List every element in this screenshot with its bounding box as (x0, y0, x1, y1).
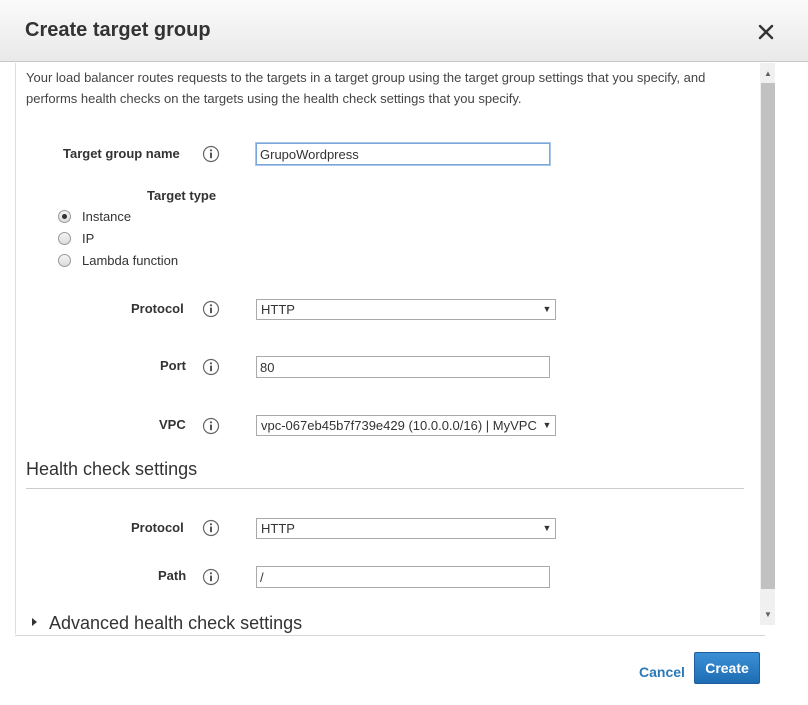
create-target-group-dialog: Create target group Your load balancer r… (0, 0, 808, 705)
ip-radio[interactable] (58, 232, 71, 245)
port-input[interactable] (256, 356, 550, 378)
chevron-down-icon: ▼ (539, 519, 555, 538)
health-check-section-title: Health check settings (26, 459, 198, 479)
lambda-radio-label: Lambda function (82, 253, 179, 268)
info-icon[interactable] (202, 519, 220, 537)
scroll-content: Your load balancer routes requests to th… (16, 63, 761, 634)
cancel-button[interactable]: Cancel (639, 664, 685, 680)
target-type-label: Target type (147, 188, 217, 203)
chevron-down-icon: ▼ (539, 300, 555, 319)
vertical-scrollbar[interactable]: ▲ ▼ (760, 63, 775, 625)
health-check-protocol-select[interactable]: HTTP ▼ (256, 518, 556, 539)
protocol-label: Protocol (131, 301, 184, 316)
target-group-name-input[interactable] (255, 142, 551, 166)
protocol-select-value: HTTP (261, 302, 295, 317)
create-button[interactable]: Create (694, 652, 760, 684)
advanced-health-check-label: Advanced health check settings (49, 613, 303, 633)
modal-title: Create target group (25, 19, 211, 41)
vpc-select-value: vpc-067eb45b7f739e429 (10.0.0.0/16) | My… (261, 418, 537, 433)
health-check-path-label: Path (158, 568, 187, 583)
modal-header: Create target group (0, 0, 808, 62)
lambda-radio[interactable] (58, 254, 71, 267)
health-check-protocol-value: HTTP (261, 521, 295, 536)
info-icon[interactable] (202, 300, 220, 318)
section-divider (26, 488, 744, 489)
ip-radio-label: IP (82, 231, 95, 246)
health-check-protocol-label: Protocol (131, 520, 184, 535)
caret-right-icon (32, 618, 37, 627)
dialog-body: Your load balancer routes requests to th… (15, 63, 775, 634)
scrollbar-thumb[interactable] (761, 83, 775, 589)
advanced-health-check-toggle[interactable]: Advanced health check settings (32, 613, 302, 634)
protocol-select[interactable]: HTTP ▼ (256, 299, 556, 320)
instance-radio-label: Instance (82, 209, 132, 224)
health-check-path-input[interactable] (256, 566, 550, 588)
intro-text: Your load balancer routes requests to th… (26, 70, 706, 106)
target-group-name-label: Target group name (63, 146, 180, 161)
port-label: Port (160, 358, 186, 373)
info-icon[interactable] (202, 568, 220, 586)
close-icon[interactable] (752, 18, 780, 46)
instance-radio[interactable] (58, 210, 71, 223)
info-icon[interactable] (202, 358, 220, 376)
info-icon[interactable] (202, 145, 220, 163)
vpc-select[interactable]: vpc-067eb45b7f739e429 (10.0.0.0/16) | My… (256, 415, 556, 436)
footer-divider (15, 635, 765, 636)
chevron-down-icon: ▼ (539, 416, 555, 435)
info-icon[interactable] (202, 417, 220, 435)
scroll-down-icon[interactable]: ▼ (760, 607, 775, 623)
vpc-label: VPC (159, 417, 186, 432)
scroll-up-icon[interactable]: ▲ (760, 66, 775, 82)
